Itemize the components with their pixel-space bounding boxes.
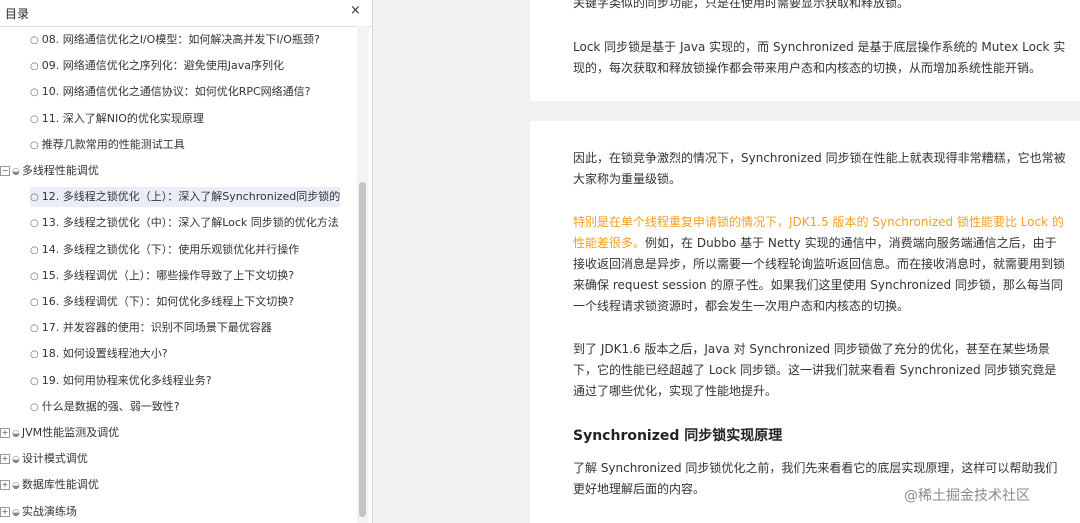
toc-section[interactable]: + ◒ 数据库性能调优 bbox=[0, 475, 99, 495]
toc-item[interactable]: ○ 15. 多线程调优（上）：哪些操作导致了上下文切换? bbox=[30, 266, 294, 286]
toc-item-label: 11. 深入了解NIO的优化实现原理 bbox=[41, 111, 204, 125]
paragraph: 到了 JDK1.6 版本之后，Java 对 Synchronized 同步锁做了… bbox=[573, 342, 1057, 398]
bullet-icon: ○ bbox=[30, 61, 39, 73]
bullet-icon: ○ bbox=[30, 113, 39, 125]
section-icon: ◒ bbox=[12, 507, 20, 518]
section-icon: ◒ bbox=[12, 455, 20, 466]
section-icon: ◒ bbox=[12, 167, 20, 177]
toc-item-label: 实战演练场 bbox=[21, 504, 77, 518]
watermark: @稀土掘金技术社区 bbox=[904, 488, 1030, 504]
toc-item-label: 13. 多线程之锁优化（中）：深入了解Lock 同步锁的优化方法 bbox=[41, 216, 339, 230]
toc-item-label: 14. 多线程之锁优化（下）：使用乐观锁优化并行操作 bbox=[41, 242, 300, 256]
section-heading: Synchronized 同步锁实现原理 bbox=[573, 428, 783, 444]
toc-item-label: 设计模式调优 bbox=[21, 452, 88, 466]
toc-item[interactable]: ○ 12. 多线程之锁优化（上）：深入了解Synchronized同步锁的 bbox=[30, 187, 341, 208]
toc-item[interactable]: ○ 17. 并发容器的使用：识别不同场景下最优容器 bbox=[30, 318, 272, 338]
bullet-icon: ○ bbox=[30, 270, 39, 282]
bullet-icon: ○ bbox=[30, 375, 39, 387]
toc-item[interactable]: ○ 18. 如何设置线程池大小? bbox=[30, 344, 168, 364]
toc-list: ○ 08. 网络通信优化之I/O模型：如何解决高并发下I/O瓶颈? ○ 09. 网络通… bbox=[0, 26, 357, 523]
toc-item-label: 12. 多线程之锁优化（上）：深入了解Synchronized同步锁的 bbox=[41, 190, 341, 204]
bullet-icon: ○ bbox=[30, 401, 39, 413]
toc-sidebar: 目录 × ○ 08. 网络通信优化之I/O模型：如何解决高并发下I/O瓶颈? ○ 09… bbox=[0, 0, 373, 523]
bullet-icon: ○ bbox=[30, 35, 39, 46]
toc-item[interactable]: ○ 什么是数据的强、弱一致性? bbox=[30, 397, 180, 417]
scrollbar-thumb[interactable] bbox=[359, 182, 366, 517]
section-icon: ◒ bbox=[12, 481, 20, 492]
section-icon: ◒ bbox=[12, 429, 20, 439]
sidebar-scrollbar[interactable] bbox=[357, 26, 369, 523]
sidebar-title: 目录 bbox=[5, 7, 30, 21]
toc-item-label: JVM性能监测及调优 bbox=[21, 426, 120, 439]
bullet-icon: ○ bbox=[30, 297, 39, 308]
expand-icon[interactable]: + bbox=[0, 506, 10, 517]
toc-item[interactable]: ○ 08. 网络通信优化之I/O模型：如何解决高并发下I/O瓶颈? bbox=[30, 30, 320, 50]
bullet-icon: ○ bbox=[30, 87, 39, 99]
toc-section[interactable]: + ◒ JVM性能监测及调优 bbox=[0, 423, 119, 443]
toc-item[interactable]: ○ 09. 网络通信优化之序列化：避免使用Java序列化 bbox=[30, 56, 284, 76]
bullet-icon: ○ bbox=[30, 192, 39, 204]
toc-item[interactable]: ○ 10. 网络通信优化之通信协议：如何优化RPC网络通信? bbox=[30, 82, 311, 102]
paragraph: Lock 同步锁是基于 Java 实现的，而 Synchronized 是基于底… bbox=[573, 40, 1066, 75]
toc-item-label: 18. 如何设置线程池大小? bbox=[41, 347, 168, 361]
toc-item[interactable]: ○ 11. 深入了解NIO的优化实现原理 bbox=[30, 109, 204, 129]
bullet-icon: ○ bbox=[30, 244, 39, 256]
expand-icon[interactable]: + bbox=[0, 428, 10, 438]
bullet-icon: ○ bbox=[30, 139, 39, 151]
toc-item-label: 19. 如何用协程来优化多线程业务? bbox=[41, 373, 212, 387]
expand-icon[interactable]: + bbox=[0, 480, 10, 491]
bullet-icon: ○ bbox=[30, 349, 39, 361]
paragraph: 关键字类似的同步功能，只是在使用时需要显示获取和释放锁。 bbox=[573, 0, 910, 10]
collapse-icon[interactable]: − bbox=[0, 166, 10, 176]
close-icon[interactable]: × bbox=[350, 3, 361, 18]
toc-item[interactable]: ○ 16. 多线程调优（下）：如何优化多线程上下文切换? bbox=[30, 292, 294, 312]
bullet-icon: ○ bbox=[30, 323, 39, 335]
toc-section[interactable]: − ◒ 多线程性能调优 bbox=[0, 161, 99, 181]
toc-item-label: 10. 网络通信优化之通信协议：如何优化RPC网络通信? bbox=[41, 85, 311, 99]
toc-item[interactable]: ○ 13. 多线程之锁优化（中）：深入了解Lock 同步锁的优化方法 bbox=[30, 213, 339, 233]
toc-section[interactable]: + ◒ 设计模式调优 bbox=[0, 449, 88, 469]
toc-item-label: 推荐几款常用的性能测试工具 bbox=[41, 137, 185, 151]
document-page: 因此，在锁竞争激烈的情况下，Synchronized 同步锁在性能上就表现得非常… bbox=[530, 121, 1080, 523]
toc-item[interactable]: ○ 19. 如何用协程来优化多线程业务? bbox=[30, 371, 212, 391]
paragraph: 因此，在锁竞争激烈的情况下，Synchronized 同步锁在性能上就表现得非常… bbox=[573, 151, 1066, 186]
paragraph: 特别是在单个线程重复申请锁的情况下，JDK1.5 版本的 Synchronize… bbox=[573, 212, 1068, 317]
toc-item-label: 数据库性能调优 bbox=[21, 478, 99, 492]
toc-item-label: 什么是数据的强、弱一致性? bbox=[41, 399, 180, 413]
paragraph-text: 例如，在 Dubbo 基于 Netty 实现的通信中，消费端向服务端通信之后，由… bbox=[573, 236, 1066, 313]
toc-item-label: 17. 并发容器的使用：识别不同场景下最优容器 bbox=[41, 321, 272, 335]
toc-item-label: 09. 网络通信优化之序列化：避免使用Java序列化 bbox=[41, 59, 284, 73]
toc-item-label: 多线程性能调优 bbox=[21, 164, 99, 177]
document-page: 关键字类似的同步功能，只是在使用时需要显示获取和释放锁。 Lock 同步锁是基于… bbox=[530, 0, 1080, 101]
toc-item[interactable]: ○ 14. 多线程之锁优化（下）：使用乐观锁优化并行操作 bbox=[30, 240, 299, 260]
toc-item-label: 08. 网络通信优化之I/O模型：如何解决高并发下I/O瓶颈? bbox=[41, 33, 320, 46]
toc-item-label: 16. 多线程调优（下）：如何优化多线程上下文切换? bbox=[41, 295, 295, 308]
toc-item[interactable]: ○ 推荐几款常用的性能测试工具 bbox=[30, 135, 185, 155]
toc-section[interactable]: + ◒ 实战演练场 bbox=[0, 502, 77, 522]
toc-item-label: 15. 多线程调优（上）：哪些操作导致了上下文切换? bbox=[41, 268, 295, 282]
bullet-icon: ○ bbox=[30, 218, 39, 230]
sidebar-header: 目录 × bbox=[0, 0, 372, 27]
expand-icon[interactable]: + bbox=[0, 454, 10, 465]
